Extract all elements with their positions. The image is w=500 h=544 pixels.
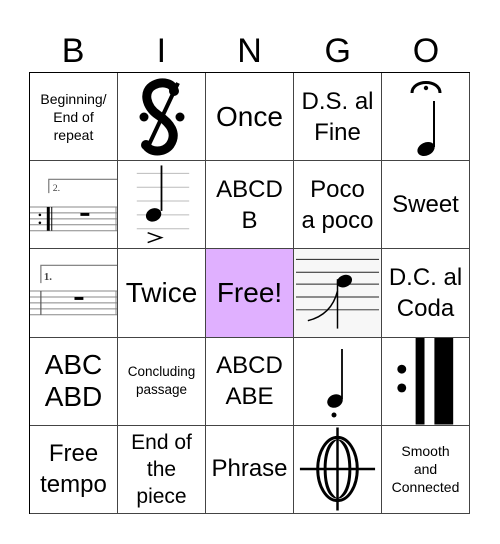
coda-sign-icon <box>299 427 376 511</box>
free-space-label: Free! <box>216 276 283 308</box>
cell-label: Poco a poco <box>301 175 374 234</box>
cell-label: ABCD ABE <box>216 352 283 411</box>
bingo-cell[interactable]: ABCD B <box>206 161 294 250</box>
header-letter-o: O <box>412 32 440 70</box>
cell-label: D.C. al Coda <box>388 263 463 322</box>
bingo-cell[interactable] <box>382 73 470 162</box>
ending-number: 2. <box>53 183 60 194</box>
bingo-cell[interactable]: End of the piece <box>118 425 206 514</box>
bingo-cell[interactable]: Smooth and Connected <box>382 425 470 514</box>
bingo-cell[interactable] <box>118 161 206 250</box>
first-ending-bracket-icon: 1. <box>30 264 117 316</box>
cell-label: End of the piece <box>131 430 192 508</box>
bingo-cell[interactable]: 2. <box>30 161 118 250</box>
slurred-note-on-staff-icon <box>295 258 380 329</box>
bingo-cell[interactable] <box>294 249 382 338</box>
header-letter-b: B <box>61 32 85 70</box>
bingo-cell[interactable]: 1. <box>30 249 118 338</box>
cell-label: D.S. al Fine <box>301 87 374 146</box>
bingo-header: B I N G O <box>29 30 470 72</box>
bingo-cell[interactable]: Phrase <box>206 425 294 514</box>
bingo-card: Beginning/ End of repeat Once D.S. al Fi… <box>29 72 470 514</box>
fermata-quarter-note-icon <box>410 80 441 156</box>
cell-label: Twice <box>125 276 198 308</box>
bingo-cell[interactable]: Beginning/ End of repeat <box>30 73 118 162</box>
bingo-cell[interactable]: Free tempo <box>30 425 118 514</box>
bingo-cell[interactable]: Sweet <box>382 161 470 250</box>
bingo-cell[interactable]: ABC ABD <box>30 337 118 426</box>
bingo-cell[interactable] <box>294 425 382 514</box>
bingo-cell[interactable]: D.C. al Coda <box>382 249 470 338</box>
bingo-cell[interactable] <box>382 337 470 426</box>
dal-segno-sign-icon <box>139 78 184 156</box>
cell-label: Sweet <box>392 191 459 219</box>
repeat-sign-icon <box>397 337 454 425</box>
bingo-cell[interactable]: Twice <box>118 249 206 338</box>
cell-label: Concluding passage <box>127 364 196 398</box>
ending-number: 1. <box>44 271 52 283</box>
cell-label: Once <box>216 100 283 132</box>
cell-label: Phrase <box>211 455 288 483</box>
staccato-quarter-note-icon <box>326 349 343 418</box>
bingo-cell[interactable]: D.S. al Fine <box>294 73 382 162</box>
bingo-cell[interactable]: ABCD ABE <box>206 337 294 426</box>
bingo-cell[interactable]: Once <box>206 73 294 162</box>
accent-quarter-note-icon <box>136 165 190 244</box>
bingo-cell[interactable]: Concluding passage <box>118 337 206 426</box>
cell-label: Smooth and Connected <box>391 443 460 496</box>
cell-label: ABC ABD <box>44 349 103 413</box>
header-letter-g: G <box>324 32 351 70</box>
bingo-cell[interactable] <box>118 73 206 162</box>
second-ending-bracket-icon: 2. <box>30 178 117 231</box>
bingo-cell[interactable] <box>294 337 382 426</box>
free-space-cell[interactable]: Free! <box>206 249 294 338</box>
bingo-cell[interactable]: Poco a poco <box>294 161 382 250</box>
cell-label: Beginning/ End of repeat <box>40 90 107 143</box>
header-letter-n: N <box>237 32 262 70</box>
cell-label: Free tempo <box>40 440 107 499</box>
header-letter-i: I <box>156 32 167 70</box>
cell-label: ABCD B <box>216 175 283 234</box>
